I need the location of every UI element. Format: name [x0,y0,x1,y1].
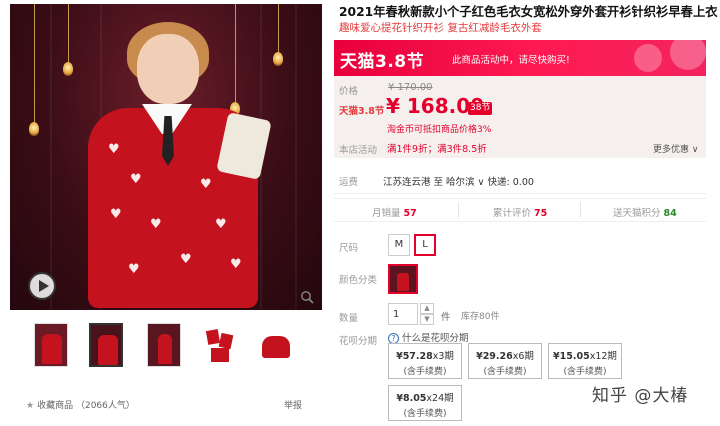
plan-amount: ¥8.05 [396,393,427,404]
play-icon[interactable] [28,272,56,300]
original-price-label: 价格 [339,86,359,97]
monthly-sales: 月销量 57 [372,205,417,219]
banner-decoration [634,44,662,72]
quantity-increase-button[interactable]: ▲ [420,303,434,314]
heart-pattern: ♥ [110,207,122,222]
heart-pattern: ♥ [200,177,212,192]
thumbnail-2[interactable] [89,323,123,367]
store-event-text: 满1件9折；满3件8.5折 [387,144,487,155]
banner-brand: 天猫3.8节 [340,52,425,72]
model-face [137,34,199,104]
plan-fee: (含手续费) [563,367,607,377]
reviews-value: 75 [534,208,548,219]
quantity-decrease-button[interactable]: ▼ [420,314,434,325]
chevron-down-icon: ∨ [689,145,699,155]
shipping-destination-select[interactable]: 江苏连云港 至 哈尔滨 ∨ 快递: 0.00 [383,174,534,188]
lamp-wire [68,4,69,64]
plan-amount: ¥29.26 [476,351,513,362]
size-option-l[interactable]: L [414,234,436,256]
heart-pattern: ♥ [130,172,142,187]
installment-help-link[interactable]: ? 什么是花呗分期 [388,330,469,344]
star-icon: ★ [26,401,35,411]
color-label: 颜色分类 [339,275,378,286]
plan-fee: (含手续费) [403,409,447,419]
store-event-label: 本店活动 [339,145,378,156]
monthly-sales-label: 月销量 [372,208,401,219]
favorite-button[interactable]: ★ 收藏商品 （2066人气） [26,398,135,411]
thumbnail-3[interactable] [147,323,181,367]
more-offers-label: 更多优惠 [653,145,690,155]
thumbnail-1[interactable] [34,323,68,367]
plan-periods: x3期 [432,351,454,362]
plan-fee: (含手续费) [403,367,447,377]
report-link[interactable]: 举报 [284,398,302,411]
watermark-text: 知乎 @大椿 [592,386,689,406]
heart-pattern: ♥ [128,262,140,277]
magnifier-icon[interactable] [300,290,314,304]
quantity-label: 数量 [339,313,359,324]
installment-plan-12[interactable]: ¥15.05x12期 (含手续费) [548,343,622,379]
heart-pattern: ♥ [108,142,120,157]
review-count[interactable]: 累计评价 75 [493,205,547,219]
heart-pattern: ♥ [215,217,227,232]
plan-periods: x6期 [512,351,534,362]
heart-pattern: ♥ [150,217,162,232]
heart-pattern: ♥ [180,252,192,267]
quantity-input[interactable] [388,303,418,325]
lamp-wire [34,4,35,124]
size-option-m[interactable]: M [388,234,410,256]
points-value: 84 [663,208,677,219]
plan-amount: ¥15.05 [553,351,590,362]
coin-note: 淘金币可抵扣商品价格3% [387,125,492,135]
promo-banner: 天猫3.8节 此商品活动中，请尽快购买! [334,40,706,76]
lamp-wire [278,4,279,54]
product-subtitle: 趣味爱心提花针织开衫 复古红减龄毛衣外套 [339,22,542,34]
stock-count: 库存80件 [461,312,500,322]
curtain-fold [50,4,52,310]
plan-amount: ¥57.28 [396,351,433,362]
banner-promo-text: 此商品活动中，请尽快购买! [452,55,570,66]
promo-price-label: 天猫3.8节 [339,106,385,117]
thumbnail-strip [34,323,304,369]
product-page: ♥ ♥ ♥ ♥ ♥ ♥ ♥ ♥ ♥ ★ 收藏商品 （2066人气） 举报 202… [0,0,720,426]
original-price: ¥ 170.00 [388,82,433,93]
light-bulb [29,122,39,136]
size-label: 尺码 [339,243,359,254]
favorite-label: 收藏商品 [37,401,74,411]
plan-fee: (含手续费) [483,367,527,377]
color-option-red[interactable] [388,264,418,294]
tmall-points: 送天猫积分 84 [613,205,677,219]
curtain-fold [295,4,297,310]
divider [458,202,459,218]
thumbnail-4[interactable] [202,323,236,367]
popularity-count: （2066人气） [75,401,135,411]
thumbnail-5[interactable] [258,323,292,367]
lamp-wire [235,4,236,104]
main-product-photo[interactable]: ♥ ♥ ♥ ♥ ♥ ♥ ♥ ♥ ♥ [10,4,322,310]
heart-pattern: ♥ [230,257,242,272]
more-offers-link[interactable]: 更多优惠 ∨ [653,142,698,155]
installment-plan-24[interactable]: ¥8.05x24期 (含手续费) [388,385,462,421]
festival-badge: 38节 [468,102,493,115]
plan-periods: x12期 [589,351,617,362]
light-bulb [273,52,283,66]
banner-decoration [670,40,706,70]
installment-plan-3[interactable]: ¥57.28x3期 (含手续费) [388,343,462,379]
divider [580,202,581,218]
installment-plan-6[interactable]: ¥29.26x6期 (含手续费) [468,343,542,379]
shipping-label: 运费 [339,177,359,188]
reviews-label: 累计评价 [493,208,532,219]
points-label: 送天猫积分 [613,208,661,219]
monthly-sales-value: 57 [403,208,417,219]
product-title: 2021年春秋新款小个子红色毛衣女宽松外穿外套开衫针织衫早春上衣 [339,5,718,19]
plan-periods: x24期 [426,393,454,404]
installment-label: 花呗分期 [339,336,378,347]
light-bulb [63,62,73,76]
quantity-unit: 件 [441,312,451,323]
